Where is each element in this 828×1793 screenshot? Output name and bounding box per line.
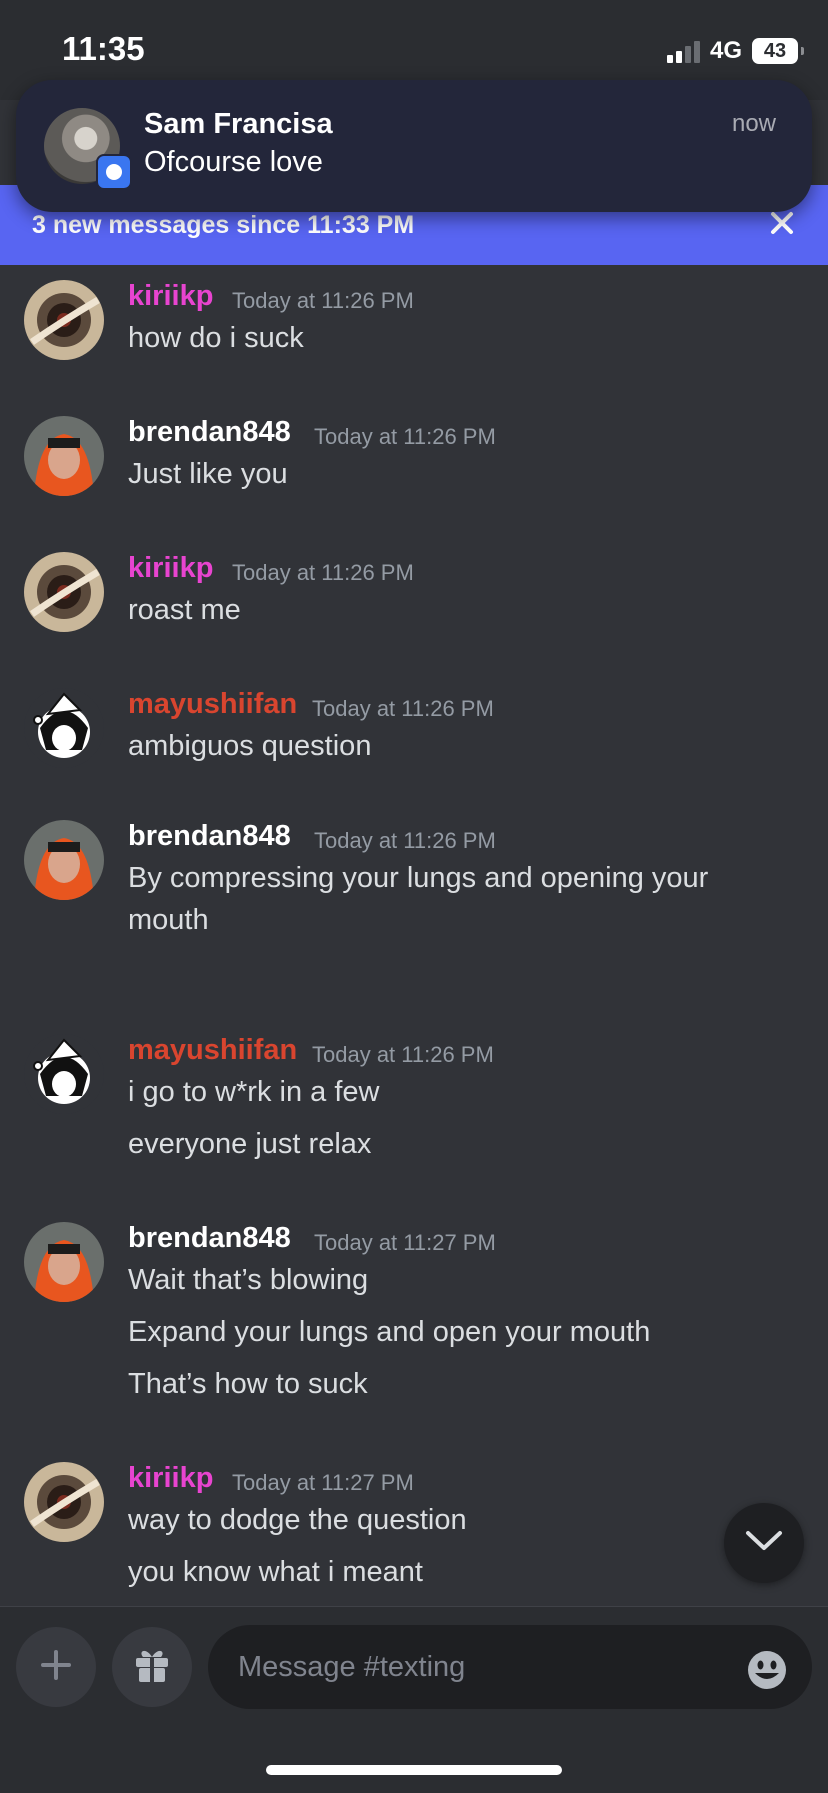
avatar-mayushiifan[interactable]: [24, 688, 104, 768]
avatar-kiriikp[interactable]: [24, 280, 104, 360]
emoji-icon: [746, 1651, 788, 1695]
notification-time: now: [731, 110, 776, 137]
message-text: you know what i meant: [128, 1556, 423, 1588]
plus-icon: [40, 1649, 72, 1686]
username[interactable]: kiriikp: [128, 1462, 213, 1495]
notification-body: Ofcourse love: [144, 146, 323, 178]
avatar-brendan848[interactable]: [24, 820, 104, 900]
signal-app-icon: [96, 154, 132, 190]
message-text: Wait that’s blowing: [128, 1264, 369, 1296]
message-timestamp: Today at 11:27 PM: [314, 1230, 496, 1255]
battery-icon: 43: [752, 38, 804, 64]
message-text: That’s how to suck: [128, 1368, 368, 1400]
message-text: i go to w*rk in a few: [128, 1076, 380, 1108]
username[interactable]: brendan848: [128, 416, 291, 449]
username[interactable]: brendan848: [128, 820, 291, 853]
message-text: mouth: [128, 904, 209, 936]
avatar-mayushiifan[interactable]: [24, 1034, 104, 1114]
emoji-button[interactable]: [746, 1649, 788, 1691]
new-messages-text: 3 new messages since 11:33 PM: [32, 211, 415, 239]
message-text: how do i suck: [128, 322, 304, 354]
message-text: ambiguos question: [128, 730, 372, 762]
message-timestamp: Today at 11:26 PM: [232, 560, 414, 585]
username[interactable]: kiriikp: [128, 280, 213, 313]
message-timestamp: Today at 11:26 PM: [312, 696, 494, 721]
message-text: Expand your lungs and open your mouth: [128, 1316, 651, 1348]
chevron-down-icon: [745, 1530, 783, 1557]
message-text: way to dodge the question: [128, 1504, 467, 1536]
message-text: roast me: [128, 594, 241, 626]
message-input[interactable]: [208, 1625, 812, 1709]
avatar-brendan848[interactable]: [24, 416, 104, 496]
message-timestamp: Today at 11:26 PM: [314, 828, 496, 853]
jump-to-present-button[interactable]: [724, 1503, 804, 1583]
add-attachment-button[interactable]: [16, 1627, 96, 1707]
avatar-kiriikp[interactable]: [24, 552, 104, 632]
message-timestamp: Today at 11:26 PM: [314, 424, 496, 449]
signal-icon: [666, 39, 700, 63]
message-timestamp: Today at 11:27 PM: [232, 1470, 414, 1495]
avatar-brendan848[interactable]: [24, 1222, 104, 1302]
message-timestamp: Today at 11:26 PM: [312, 1042, 494, 1067]
network-label: 4G: [709, 37, 742, 64]
avatar-kiriikp[interactable]: [24, 1462, 104, 1542]
username[interactable]: kiriikp: [128, 552, 213, 585]
message-text: By compressing your lungs and opening yo…: [128, 862, 709, 894]
gift-icon: [132, 1645, 172, 1690]
gift-button[interactable]: [112, 1627, 192, 1707]
message-timestamp: Today at 11:26 PM: [232, 288, 414, 313]
message-text: Just like you: [128, 458, 288, 490]
home-indicator[interactable]: [266, 1765, 562, 1775]
username[interactable]: brendan848: [128, 1222, 291, 1255]
username[interactable]: mayushiifan: [128, 688, 297, 721]
push-notification[interactable]: Sam Francisa Ofcourse love now: [16, 80, 812, 212]
status-time: 11:35: [62, 30, 145, 67]
status-indicators: 4G 43: [666, 36, 804, 66]
username[interactable]: mayushiifan: [128, 1034, 297, 1067]
notification-title: Sam Francisa: [144, 108, 333, 140]
message-text: everyone just relax: [128, 1128, 372, 1160]
